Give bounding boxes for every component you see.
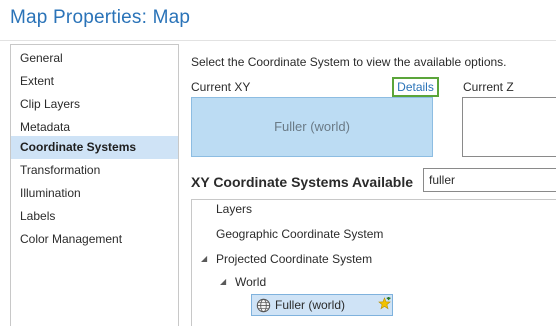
sidebar-item-labels[interactable]: Labels: [11, 205, 178, 228]
expand-caret-icon[interactable]: ◢: [220, 272, 226, 292]
instruction-text: Select the Coordinate System to view the…: [191, 55, 507, 69]
globe-icon: [256, 298, 271, 313]
available-systems-heading: XY Coordinate Systems Available: [191, 174, 414, 190]
sidebar-item-color-management[interactable]: Color Management: [11, 228, 178, 251]
tree-item-projected[interactable]: Projected Coordinate System: [216, 249, 372, 269]
tree-item-label: Fuller (world): [275, 298, 346, 312]
expand-caret-icon[interactable]: ◢: [201, 249, 207, 269]
current-xy-box: Fuller (world): [191, 97, 433, 157]
sidebar-item-extent[interactable]: Extent: [11, 70, 178, 93]
details-link[interactable]: Details: [392, 77, 439, 97]
favorite-star-icon[interactable]: [378, 297, 391, 310]
tree-item-fuller-world[interactable]: Fuller (world): [251, 294, 393, 316]
current-xy-label: Current XY: [191, 80, 251, 94]
title-bar: Map Properties: Map: [0, 0, 556, 40]
sidebar-item-general[interactable]: General: [11, 47, 178, 70]
sidebar-item-illumination[interactable]: Illumination: [11, 182, 178, 205]
sidebar: General Extent Clip Layers Metadata Coor…: [10, 44, 179, 326]
tree-item-geographic[interactable]: Geographic Coordinate System: [216, 224, 383, 244]
current-z-box: [462, 97, 556, 157]
window-title: Map Properties: Map: [10, 7, 191, 28]
tree-item-layers[interactable]: Layers: [216, 199, 252, 219]
current-xy-value: Fuller (world): [274, 119, 350, 134]
sidebar-item-clip-layers[interactable]: Clip Layers: [11, 93, 178, 116]
search-input[interactable]: [423, 168, 556, 192]
tree-item-world[interactable]: World: [235, 272, 266, 292]
sidebar-item-transformation[interactable]: Transformation: [11, 159, 178, 182]
current-z-label: Current Z: [463, 80, 514, 94]
title-divider: [0, 40, 556, 41]
sidebar-item-coordinate-systems[interactable]: Coordinate Systems: [11, 136, 178, 159]
